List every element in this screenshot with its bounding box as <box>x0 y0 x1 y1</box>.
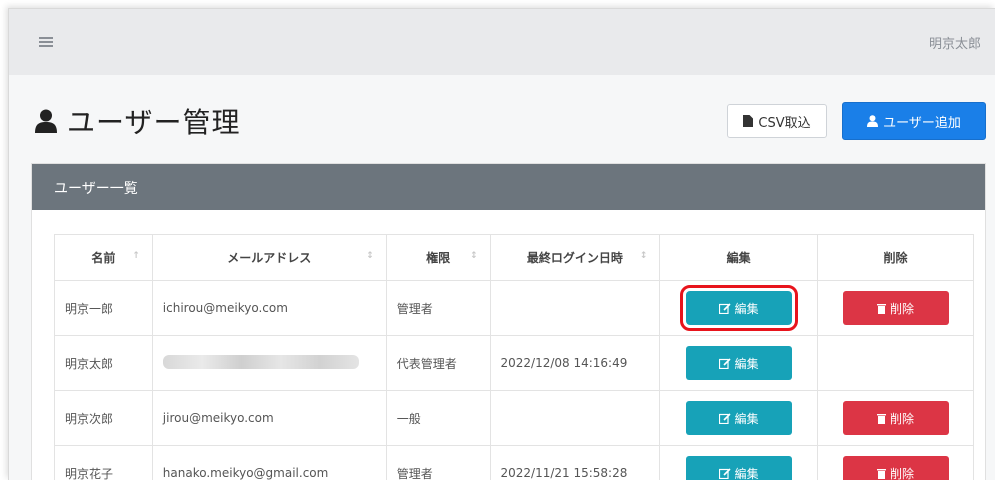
edit-label: 編集 <box>734 466 759 480</box>
user-icon <box>867 115 879 127</box>
add-user-label: ユーザー追加 <box>883 115 961 131</box>
card-header: ユーザー一覧 <box>32 164 985 210</box>
user-last-login <box>489 280 661 336</box>
table-row: 明京一郎 ichirou@meikyo.com 管理者 編集 削除 <box>54 280 974 336</box>
column-header-email[interactable]: メールアドレス ↕ <box>151 234 387 281</box>
edit-button[interactable]: 編集 <box>685 401 792 435</box>
delete-label: 削除 <box>890 466 915 480</box>
trash-icon <box>877 303 887 314</box>
app-window: 明京太郎 ユーザー管理 CSV取込 ユーザー追加 ユーザー一覧 名前 ↑ メール… <box>8 8 995 480</box>
user-role: 代表管理者 <box>385 335 491 391</box>
user-email: ichirou@meikyo.com <box>151 280 387 336</box>
edit-label: 編集 <box>734 301 759 316</box>
edit-icon <box>718 467 731 479</box>
top-navbar: 明京太郎 <box>9 9 995 75</box>
user-name: 明京一郎 <box>54 280 153 336</box>
edit-button[interactable]: 編集 <box>685 346 792 380</box>
page-title-wrap: ユーザー管理 <box>35 101 240 141</box>
user-list-card: ユーザー一覧 名前 ↑ メールアドレス ↕ 権限 ↕ 最終ログイン日時 ↕ 編集 削除 … <box>31 163 986 480</box>
csv-import-button[interactable]: CSV取込 <box>727 104 827 138</box>
user-email: jirou@meikyo.com <box>151 390 387 446</box>
user-role: 管理者 <box>385 445 491 480</box>
add-user-button[interactable]: ユーザー追加 <box>842 102 986 140</box>
edit-icon <box>718 412 731 424</box>
edit-label: 編集 <box>734 411 759 426</box>
hamburger-icon[interactable] <box>39 37 53 47</box>
user-name: 明京次郎 <box>54 390 153 446</box>
user-name: 明京花子 <box>54 445 153 480</box>
delete-label: 削除 <box>890 301 915 316</box>
edit-icon <box>718 302 731 314</box>
user-role: 管理者 <box>385 280 491 336</box>
delete-cell-empty <box>817 335 974 391</box>
file-icon <box>743 115 754 127</box>
column-header-delete: 削除 <box>817 234 974 281</box>
column-header-role[interactable]: 権限 ↕ <box>385 234 491 281</box>
trash-icon <box>877 468 887 479</box>
table-row: 明京太郎 代表管理者 2022/12/08 14:16:49 編集 <box>54 335 974 391</box>
table-row: 明京花子 hanako.meikyo@gmail.com 管理者 2022/11… <box>54 445 974 480</box>
delete-label: 削除 <box>890 411 915 426</box>
username-link[interactable]: 明京太郎 <box>929 33 981 52</box>
page-header: ユーザー管理 CSV取込 ユーザー追加 <box>9 75 995 153</box>
delete-button[interactable]: 削除 <box>842 401 949 435</box>
user-last-login: 2022/12/08 14:16:49 <box>489 335 661 391</box>
blurred-email <box>162 354 359 369</box>
edit-label: 編集 <box>734 356 759 371</box>
user-name: 明京太郎 <box>54 335 153 391</box>
delete-button[interactable]: 削除 <box>842 456 949 480</box>
user-last-login <box>489 390 661 446</box>
column-header-last-login[interactable]: 最終ログイン日時 ↕ <box>489 234 661 281</box>
column-header-name[interactable]: 名前 ↑ <box>54 234 153 281</box>
user-icon <box>35 109 57 133</box>
user-email <box>151 335 387 391</box>
table-header-row: 名前 ↑ メールアドレス ↕ 権限 ↕ 最終ログイン日時 ↕ 編集 削除 <box>54 234 974 281</box>
trash-icon <box>877 413 887 424</box>
table-row: 明京次郎 jirou@meikyo.com 一般 編集 削除 <box>54 390 974 446</box>
column-header-edit: 編集 <box>659 234 819 281</box>
user-role: 一般 <box>385 390 491 446</box>
edit-button[interactable]: 編集 <box>679 285 798 331</box>
edit-button[interactable]: 編集 <box>685 456 792 480</box>
csv-import-label: CSV取込 <box>758 115 811 131</box>
delete-button[interactable]: 削除 <box>842 291 949 325</box>
user-table: 名前 ↑ メールアドレス ↕ 権限 ↕ 最終ログイン日時 ↕ 編集 削除 明京一郎 ic… <box>54 234 974 480</box>
user-email: hanako.meikyo@gmail.com <box>151 445 387 480</box>
page-title: ユーザー管理 <box>67 106 241 139</box>
user-last-login: 2022/11/21 15:58:28 <box>489 445 661 480</box>
edit-icon <box>718 357 731 369</box>
